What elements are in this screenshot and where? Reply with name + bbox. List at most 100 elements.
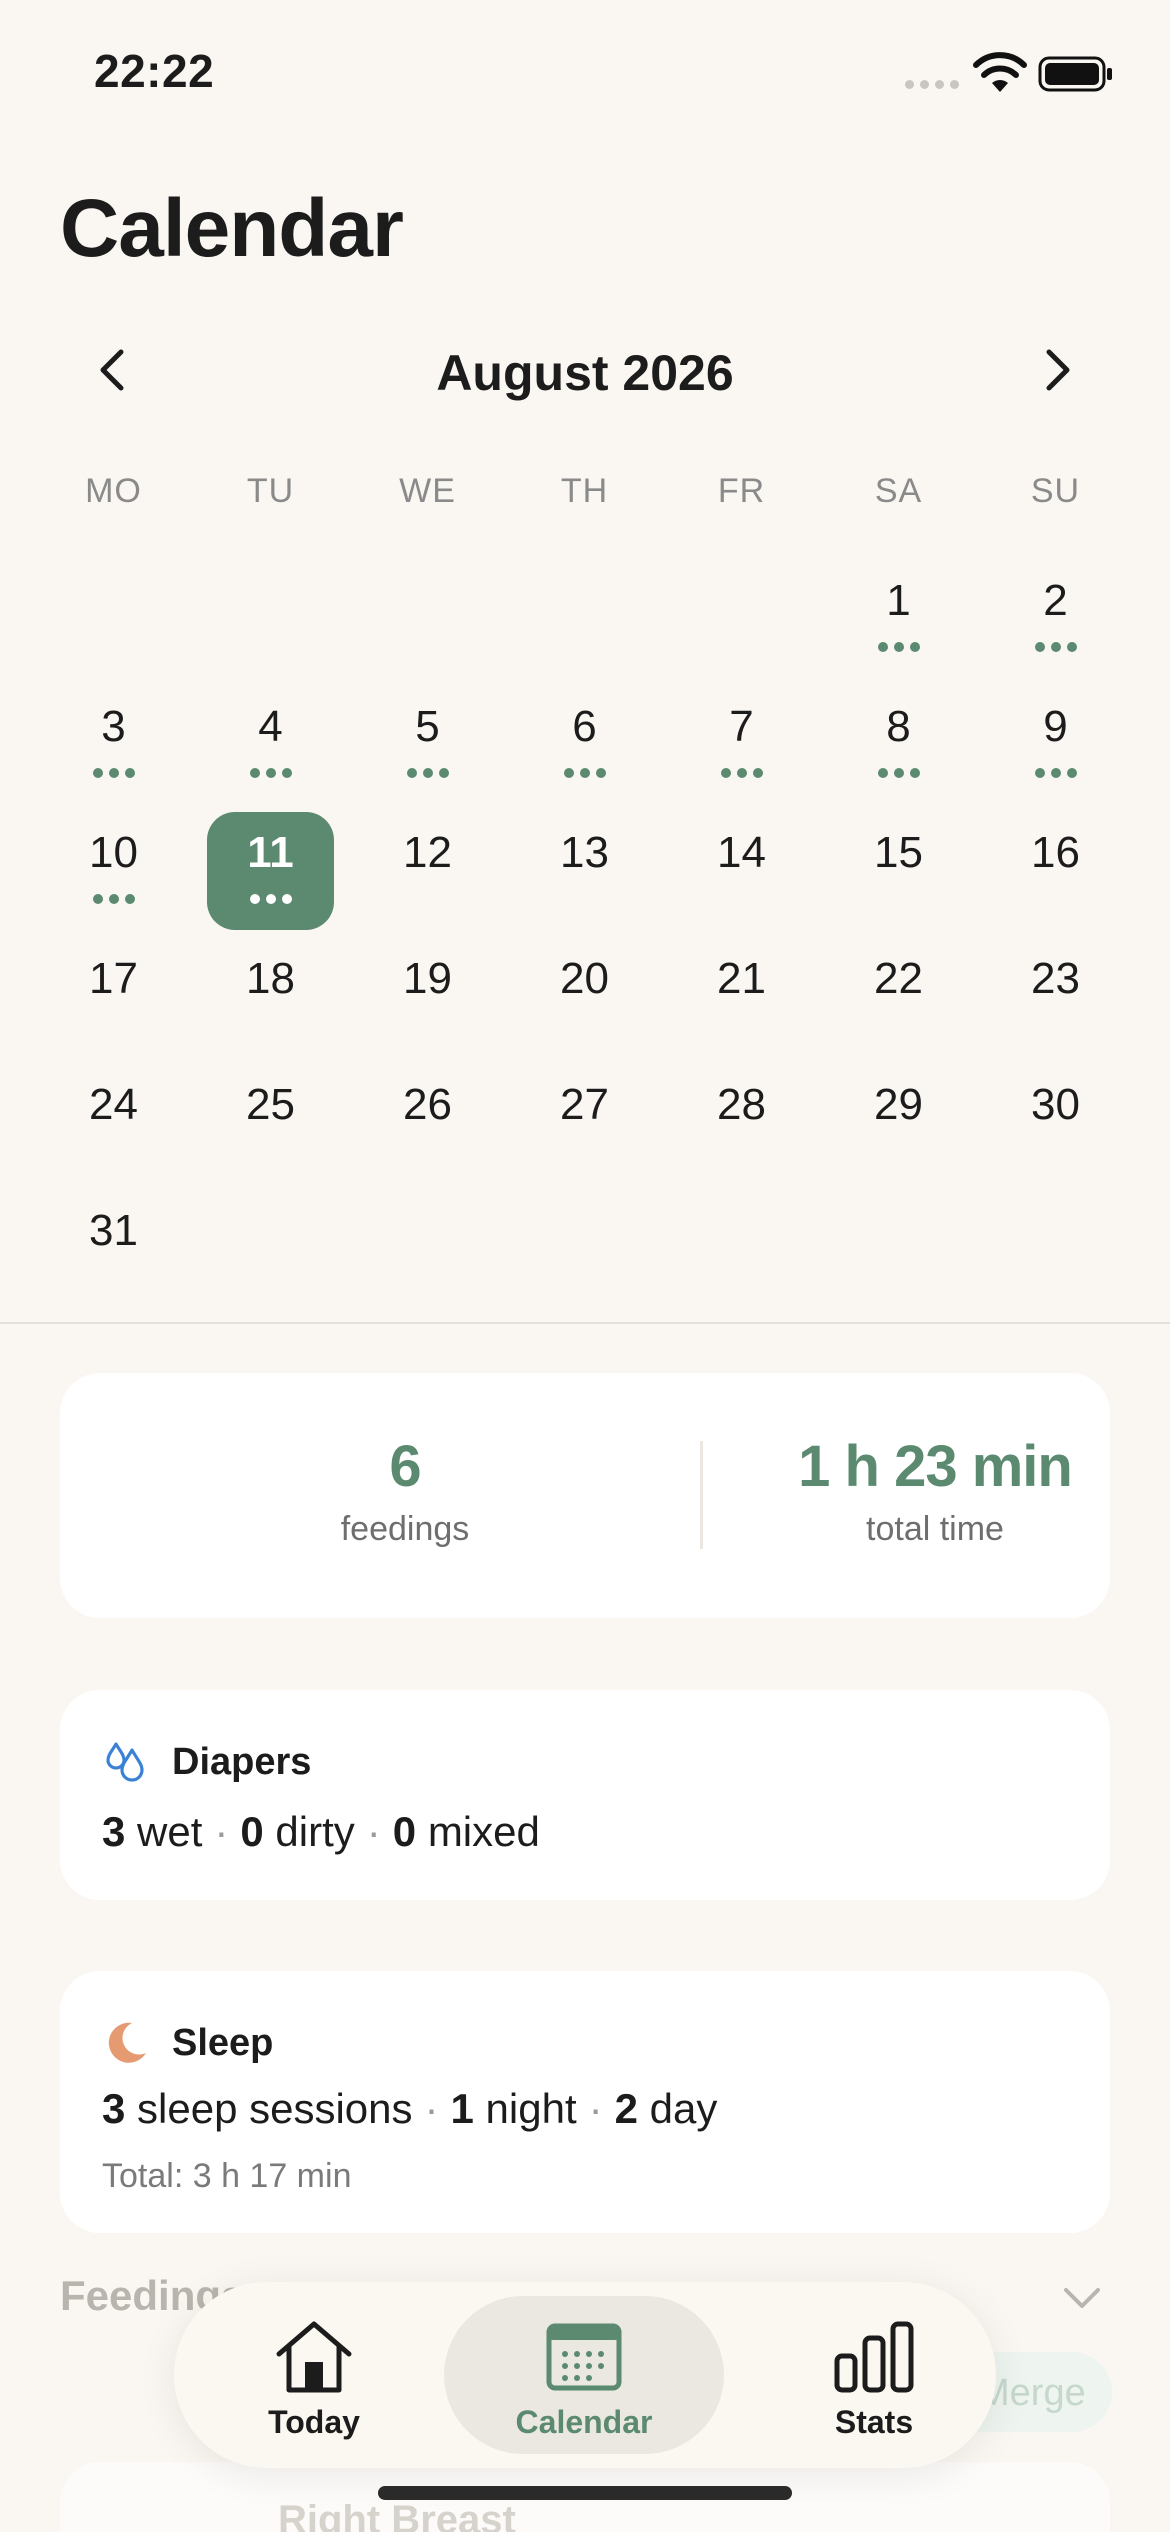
calendar-day[interactable]: 26 — [349, 1064, 506, 1190]
day-highlight: 3 — [50, 686, 177, 804]
activity-dots — [50, 894, 177, 904]
day-number: 9 — [1043, 702, 1068, 751]
calendar-day-selected[interactable]: 11 — [192, 812, 349, 938]
sleep-sessions-count: 3 — [102, 2085, 126, 2132]
tab-today[interactable]: Today — [174, 2296, 454, 2454]
day-highlight: 17 — [50, 938, 177, 1056]
day-number: 15 — [874, 828, 923, 877]
day-highlight: 14 — [678, 812, 805, 930]
calendar-day[interactable]: 12 — [349, 812, 506, 938]
month-label: August 2026 — [436, 345, 734, 401]
day-number: 24 — [89, 1080, 138, 1129]
activity-dot — [108, 768, 119, 778]
total-time-value: 1 h 23 min — [798, 1434, 1073, 1499]
weekday-label: FR — [717, 472, 766, 510]
sleep-breakdown: 3 sleep sessions · 1 night · 2 day — [102, 2085, 717, 2133]
calendar-day[interactable]: 7 — [663, 686, 820, 812]
calendar-day[interactable]: 15 — [820, 812, 977, 938]
calendar-day[interactable]: 25 — [192, 1064, 349, 1190]
activity-dot — [1050, 768, 1061, 778]
activity-dot — [92, 768, 103, 778]
calendar-empty-cell — [506, 560, 663, 686]
separator: · — [424, 2085, 439, 2132]
activity-dot — [893, 642, 904, 652]
day-number: 18 — [246, 954, 295, 1003]
calendar-day[interactable]: 14 — [663, 812, 820, 938]
day-highlight: 6 — [521, 686, 648, 804]
day-number: 3 — [101, 702, 126, 751]
day-number: 17 — [89, 954, 138, 1003]
day-highlight: 21 — [678, 938, 805, 1056]
day-highlight: 4 — [207, 686, 334, 804]
activity-dot — [752, 768, 763, 778]
weekday-label: MO — [85, 472, 142, 510]
tab-calendar[interactable]: Calendar — [444, 2296, 724, 2454]
diapers-card[interactable]: Diapers 3 wet · 0 dirty · 0 mixed — [60, 1690, 1110, 1900]
activity-dot — [92, 894, 103, 904]
day-number: 16 — [1031, 828, 1080, 877]
activity-dots — [678, 768, 805, 778]
sleep-header: Sleep — [102, 2019, 273, 2067]
sleep-card[interactable]: Sleep 3 sleep sessions · 1 night · 2 day Tot… — [60, 1971, 1110, 2233]
calendar-day[interactable]: 19 — [349, 938, 506, 1064]
calendar-day[interactable]: 5 — [349, 686, 506, 812]
day-number: 10 — [89, 828, 138, 877]
activity-dot — [579, 768, 590, 778]
day-highlight: 22 — [835, 938, 962, 1056]
weekday-label: WE — [399, 472, 456, 510]
status-time: 22:22 — [94, 45, 215, 97]
calendar-day[interactable]: 17 — [35, 938, 192, 1064]
sleep-total: Total: 3 h 17 min — [102, 2157, 352, 2195]
day-highlight: 15 — [835, 812, 962, 930]
day-highlight: 30 — [992, 1064, 1119, 1182]
mixed-count: 0 — [392, 1808, 417, 1855]
day-highlight: 2 — [992, 560, 1119, 678]
calendar-day[interactable]: 2 — [977, 560, 1134, 686]
sleep-sessions-label: sleep sessions — [137, 2085, 413, 2132]
tab-stats-label: Stats — [834, 2404, 914, 2440]
calendar-day[interactable]: 24 — [35, 1064, 192, 1190]
calendar-day[interactable]: 30 — [977, 1064, 1134, 1190]
calendar-day[interactable]: 1 — [820, 560, 977, 686]
calendar-day[interactable]: 8 — [820, 686, 977, 812]
day-label: day — [649, 2085, 718, 2132]
status-bar: 22:22 — [0, 0, 1170, 150]
activity-dot — [406, 768, 417, 778]
calendar-day[interactable]: 16 — [977, 812, 1134, 938]
mixed-label: mixed — [427, 1808, 540, 1855]
tab-stats[interactable]: Stats — [734, 2296, 1014, 2454]
separator: · — [588, 2085, 603, 2132]
calendar-day[interactable]: 13 — [506, 812, 663, 938]
calendar-day[interactable]: 10 — [35, 812, 192, 938]
chevron-right-icon — [1046, 349, 1070, 391]
day-number: 20 — [560, 954, 609, 1003]
activity-dot — [563, 768, 574, 778]
day-highlight: 19 — [364, 938, 491, 1056]
activity-dot — [108, 894, 119, 904]
calendar-day[interactable]: 28 — [663, 1064, 820, 1190]
day-highlight: 10 — [50, 812, 177, 930]
activity-dot — [124, 768, 135, 778]
calendar-day[interactable]: 4 — [192, 686, 349, 812]
calendar-day[interactable]: 22 — [820, 938, 977, 1064]
feedings-label: feedings — [340, 1510, 470, 1548]
calendar-empty-cell — [35, 560, 192, 686]
chevron-down-icon[interactable] — [1060, 2278, 1104, 2318]
calendar-day[interactable]: 27 — [506, 1064, 663, 1190]
calendar-day[interactable]: 6 — [506, 686, 663, 812]
calendar-day[interactable]: 31 — [35, 1190, 192, 1316]
day-highlight: 27 — [521, 1064, 648, 1182]
calendar-day[interactable]: 3 — [35, 686, 192, 812]
calendar-grid: 1 2 3 4 5 6 7 8 9 10 11 12 13 14 15 16 17 18 19 20 21 22 23 24 2… — [35, 560, 1135, 1316]
calendar-day[interactable]: 21 — [663, 938, 820, 1064]
tab-bar: Today Calendar Stats — [174, 2282, 996, 2468]
next-month-button[interactable] — [1028, 340, 1088, 400]
calendar-day[interactable]: 23 — [977, 938, 1134, 1064]
activity-dots — [50, 768, 177, 778]
calendar-day[interactable]: 9 — [977, 686, 1134, 812]
calendar-day[interactable]: 18 — [192, 938, 349, 1064]
calendar-day[interactable]: 29 — [820, 1064, 977, 1190]
calendar-day[interactable]: 20 — [506, 938, 663, 1064]
activity-dot — [1034, 642, 1045, 652]
daily-summary-card: 6 feedings 1 h 23 min total time — [60, 1373, 1110, 1618]
